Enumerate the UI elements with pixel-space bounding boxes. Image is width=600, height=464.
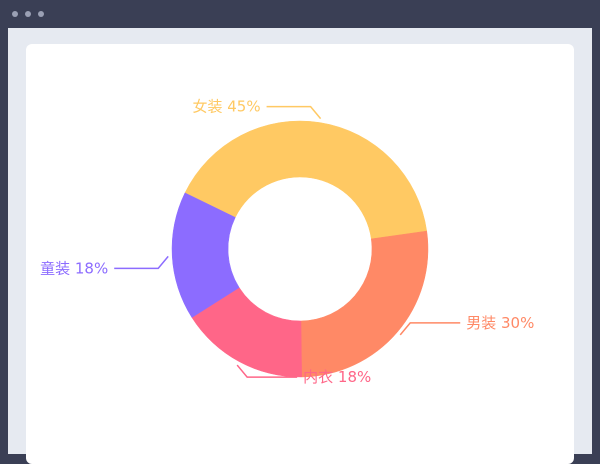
slice-label-女装: 女装 45% <box>192 98 260 116</box>
app-window: 女装 45% 男装 30% 内衣 18% 童装 18% <box>0 0 600 464</box>
slice-label-内衣: 内衣 18% <box>303 368 371 386</box>
donut-chart: 女装 45% 男装 30% 内衣 18% 童装 18% <box>40 98 534 386</box>
leader-line-男装 <box>399 322 461 336</box>
slice-label-男装: 男装 30% <box>466 314 534 332</box>
slice-label-童装: 童装 18% <box>40 259 108 277</box>
slice-男装[interactable] <box>300 230 429 378</box>
leader-line-女装 <box>266 105 322 120</box>
leader-line-童装 <box>114 255 169 270</box>
